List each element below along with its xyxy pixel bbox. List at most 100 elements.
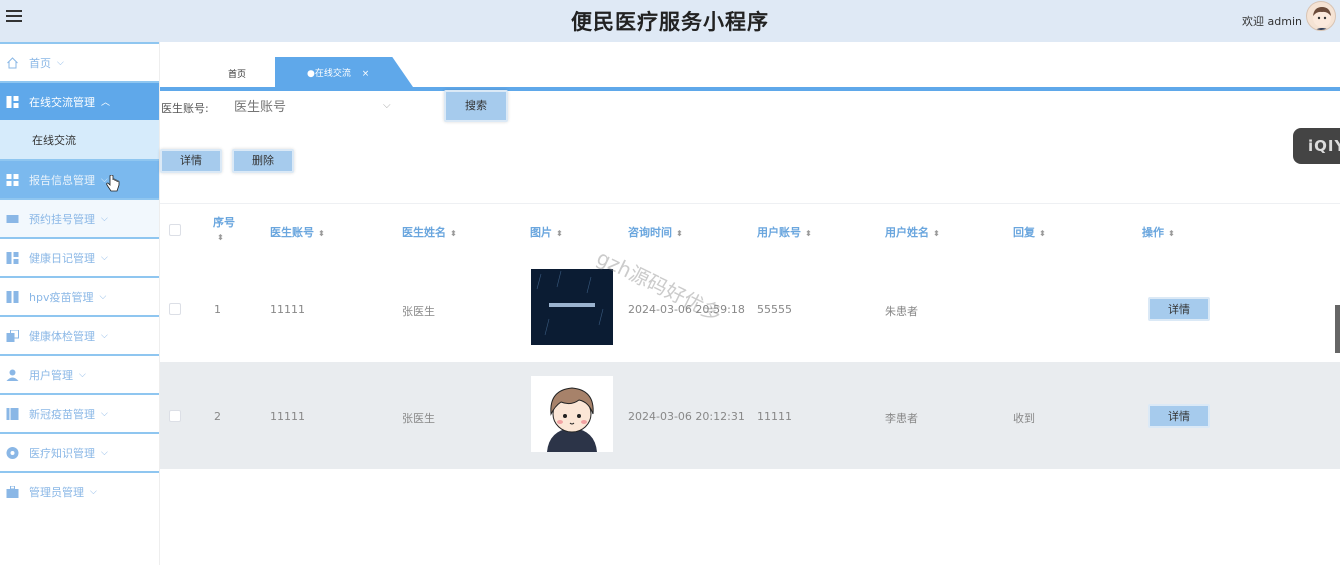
chevron-down-icon: ⌵	[57, 57, 64, 68]
sidebar-item-admin-management[interactable]: 管理员管理 ⌵	[0, 471, 159, 510]
poster-thumbnail[interactable]	[531, 269, 613, 345]
cell-time: 2024-03-06 20:12:31	[628, 410, 745, 423]
sidebar-item-report-management[interactable]: 报告信息管理 ⌵	[0, 159, 159, 198]
sidebar-item-hpv-vaccine-management[interactable]: hpv疫苗管理 ⌵	[0, 276, 159, 315]
column-header-image[interactable]: 图片 ⬍	[530, 224, 563, 240]
book-icon	[6, 407, 19, 420]
row-detail-button[interactable]: 详情	[1148, 297, 1210, 321]
delete-button[interactable]: 删除	[232, 149, 294, 173]
sidebar-item-health-diary-management[interactable]: 健康日记管理 ⌵	[0, 237, 159, 276]
column-header-doctor-account[interactable]: 医生账号 ⬍	[270, 224, 325, 240]
chevron-down-icon: ⌵	[90, 486, 97, 497]
close-icon[interactable]: ×	[362, 69, 370, 79]
sidebar-item-online-chat-management[interactable]: 在线交流管理 ︿	[0, 81, 159, 120]
column-header-user-account[interactable]: 用户账号 ⬍	[757, 224, 812, 240]
sidebar-item-label: 用户管理	[29, 368, 73, 382]
user-icon	[6, 369, 19, 381]
row-detail-button[interactable]: 详情	[1148, 404, 1210, 428]
grid-icon	[6, 290, 19, 303]
sidebar-item-label: hpv疫苗管理	[29, 290, 94, 304]
card-icon	[6, 214, 19, 223]
sort-icon: ⬍	[1168, 229, 1175, 238]
sidebar-subitem-online-chat[interactable]: 在线交流	[0, 120, 159, 159]
select-all-checkbox[interactable]	[169, 224, 181, 236]
chevron-down-icon[interactable]: ⌵	[383, 100, 391, 111]
sidebar-item-home[interactable]: 首页 ⌵	[0, 42, 159, 81]
chevron-down-icon: ⌵	[99, 291, 107, 302]
sort-icon: ⬍	[676, 229, 683, 238]
cell-user-account: 55555	[757, 303, 792, 316]
detail-button[interactable]: 详情	[160, 149, 222, 173]
cell-doctor-name: 张医生	[402, 412, 435, 425]
sidebar-item-label: 在线交流	[32, 133, 76, 147]
cell-reply: 收到	[1013, 412, 1035, 425]
copy-icon	[6, 329, 19, 342]
chevron-down-icon: ⌵	[101, 213, 108, 224]
cell-user-name: 李患者	[885, 412, 918, 425]
chevron-down-icon: ⌵	[79, 369, 86, 380]
row-checkbox[interactable]	[169, 303, 181, 315]
doctor-account-input[interactable]	[228, 95, 398, 119]
sidebar: 首页 ⌵ 在线交流管理 ︿ 在线交流 报告信息管理 ⌵ 预约挂号管理 ⌵ 健康日…	[0, 42, 160, 565]
sidebar-item-label: 在线交流管理	[29, 95, 95, 109]
chevron-down-icon: ⌵	[101, 252, 108, 263]
app-title: 便民医疗服务小程序	[571, 10, 769, 34]
tab-underline	[160, 87, 1340, 91]
cell-doctor-account: 11111	[270, 303, 305, 316]
sort-icon: ⬍	[450, 229, 457, 238]
cell-user-account: 11111	[757, 410, 792, 423]
sidebar-item-covid-vaccine-management[interactable]: 新冠疫苗管理 ⌵	[0, 393, 159, 432]
sidebar-item-label: 首页	[29, 56, 51, 70]
table-row[interactable]: 2 11111 张医生 2024-03-06 20:12:31 11111 李患…	[160, 362, 1340, 469]
table-row[interactable]: 1 11111 张医生 2024-03-06 20:59:18 55555 朱患…	[160, 255, 1340, 362]
cell-index: 1	[214, 303, 221, 316]
column-header-user-name[interactable]: 用户姓名 ⬍	[885, 224, 940, 240]
iqiyi-logo: iQIY	[1293, 128, 1340, 164]
column-header-reply[interactable]: 回复 ⬍	[1013, 224, 1046, 240]
cartoon-avatar-thumbnail[interactable]	[531, 376, 613, 452]
grid-icon	[6, 95, 19, 108]
sidebar-item-label: 新冠疫苗管理	[29, 407, 95, 421]
disc-icon	[6, 446, 19, 459]
cell-doctor-name: 张医生	[402, 305, 435, 318]
search-label: 医生账号:	[161, 102, 209, 115]
search-button[interactable]: 搜索	[444, 90, 508, 122]
welcome-text: 欢迎 admin	[1242, 15, 1302, 28]
hand-cursor-icon	[106, 175, 120, 192]
sidebar-item-label: 报告信息管理	[29, 173, 95, 187]
user-avatar[interactable]	[1306, 1, 1336, 31]
tab-label: ●在线交流	[307, 69, 351, 79]
sidebar-item-appointment-management[interactable]: 预约挂号管理 ⌵	[0, 198, 159, 237]
chevron-down-icon: ⌵	[101, 447, 108, 458]
cell-index: 2	[214, 410, 221, 423]
home-icon	[7, 56, 18, 68]
sidebar-item-user-management[interactable]: 用户管理 ⌵	[0, 354, 159, 393]
tab-bar: 首页 ●在线交流 ×	[160, 57, 1340, 87]
column-header-doctor-name[interactable]: 医生姓名 ⬍	[402, 224, 457, 240]
sort-icon: ⬍	[556, 229, 563, 238]
sidebar-item-label: 管理员管理	[29, 485, 84, 499]
vertical-scrollbar[interactable]	[1335, 305, 1340, 353]
column-header-index[interactable]: 序号 ⬍	[213, 216, 235, 245]
chevron-down-icon: ⌵	[101, 408, 108, 419]
grid-icon	[6, 251, 19, 264]
row-checkbox[interactable]	[169, 410, 181, 422]
sort-icon: ⬍	[217, 233, 224, 242]
grid-icon	[6, 173, 19, 186]
data-table: 序号 ⬍ 医生账号 ⬍ 医生姓名 ⬍ 图片 ⬍ 咨询时间 ⬍ 用户账号 ⬍ 用户姓名 ⬍ 回复…	[160, 203, 1340, 469]
sidebar-item-label: 健康体检管理	[29, 329, 95, 343]
tab-online-chat[interactable]: ●在线交流 ×	[275, 57, 413, 87]
sidebar-item-medical-knowledge-management[interactable]: 医疗知识管理 ⌵	[0, 432, 159, 471]
tab-home[interactable]: 首页	[228, 67, 246, 80]
sidebar-item-label: 预约挂号管理	[29, 212, 95, 226]
cell-user-name: 朱患者	[885, 305, 918, 318]
sidebar-item-health-checkup-management[interactable]: 健康体检管理 ⌵	[0, 315, 159, 354]
sort-icon: ⬍	[805, 229, 812, 238]
sort-icon: ⬍	[933, 229, 940, 238]
cell-doctor-account: 11111	[270, 410, 305, 423]
column-header-actions[interactable]: 操作 ⬍	[1142, 224, 1175, 240]
bag-icon	[6, 485, 19, 498]
sidebar-item-label: 健康日记管理	[29, 251, 95, 265]
column-header-time[interactable]: 咨询时间 ⬍	[628, 224, 683, 240]
table-header: 序号 ⬍ 医生账号 ⬍ 医生姓名 ⬍ 图片 ⬍ 咨询时间 ⬍ 用户账号 ⬍ 用户姓名 ⬍ 回复…	[160, 203, 1340, 255]
